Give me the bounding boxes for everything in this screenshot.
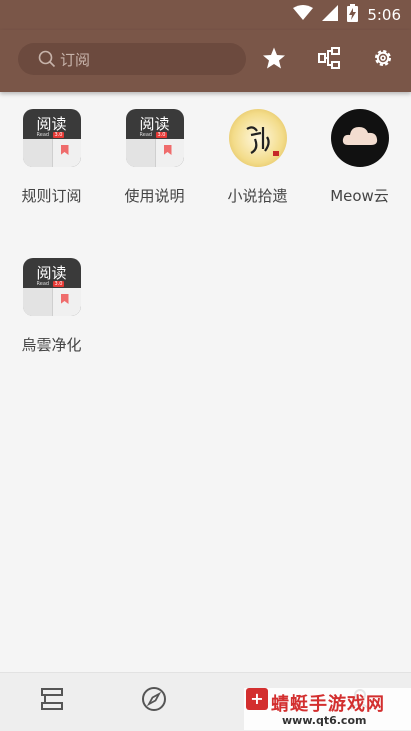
calligraphy-logo-icon	[228, 109, 287, 167]
favorites-button[interactable]	[261, 47, 287, 73]
rule-subscription-button[interactable]	[316, 47, 342, 73]
legado-book-icon: 阅读 Read 3.0	[22, 109, 81, 167]
nav-bookshelf[interactable]	[38, 687, 66, 715]
gear-icon	[372, 47, 394, 73]
subscription-item[interactable]: 阅读 Read 3.0 规则订阅	[0, 109, 103, 206]
settings-button[interactable]	[370, 47, 396, 73]
star-icon	[262, 46, 286, 74]
cloud-logo-icon	[330, 109, 389, 167]
wifi-icon	[293, 5, 314, 25]
legado-book-icon: 阅读 Read 3.0	[125, 109, 184, 167]
battery-charging-icon	[347, 4, 359, 26]
subscription-label: 规则订阅	[21, 187, 82, 205]
search-bar[interactable]: 订阅	[18, 43, 246, 75]
rule-tree-icon	[317, 46, 341, 74]
subscription-item[interactable]: 小说拾遗	[206, 109, 309, 206]
watermark: + 蜻蜓手游戏网 www.qt6.com	[244, 688, 411, 730]
watermark-badge: +	[246, 688, 268, 710]
legado-book-icon: 阅读 Read 3.0	[22, 258, 81, 316]
compass-icon	[141, 686, 167, 716]
signal-icon	[322, 5, 339, 25]
watermark-text: 蜻蜓手游戏网	[271, 694, 385, 715]
subscription-label: 小说拾遗	[227, 187, 288, 205]
search-input[interactable]: 订阅	[60, 49, 90, 70]
watermark-url: www.qt6.com	[282, 714, 367, 727]
subscription-label: 烏雲净化	[21, 336, 82, 354]
search-icon	[38, 50, 56, 68]
subscription-item[interactable]: 阅读 Read 3.0 使用说明	[103, 109, 206, 206]
app-bar: 订阅	[0, 30, 411, 92]
bookshelf-icon	[39, 687, 65, 715]
subscription-label: 使用说明	[124, 187, 185, 205]
status-icons: 5:06	[293, 4, 401, 26]
subscription-item[interactable]: Meow云	[308, 109, 411, 206]
status-bar: 5:06	[0, 0, 411, 30]
subscription-label: Meow云	[330, 187, 389, 205]
status-time: 5:06	[367, 6, 401, 24]
subscription-item[interactable]: 阅读 Read 3.0 烏雲净化	[0, 258, 103, 355]
nav-discover[interactable]	[140, 687, 168, 715]
